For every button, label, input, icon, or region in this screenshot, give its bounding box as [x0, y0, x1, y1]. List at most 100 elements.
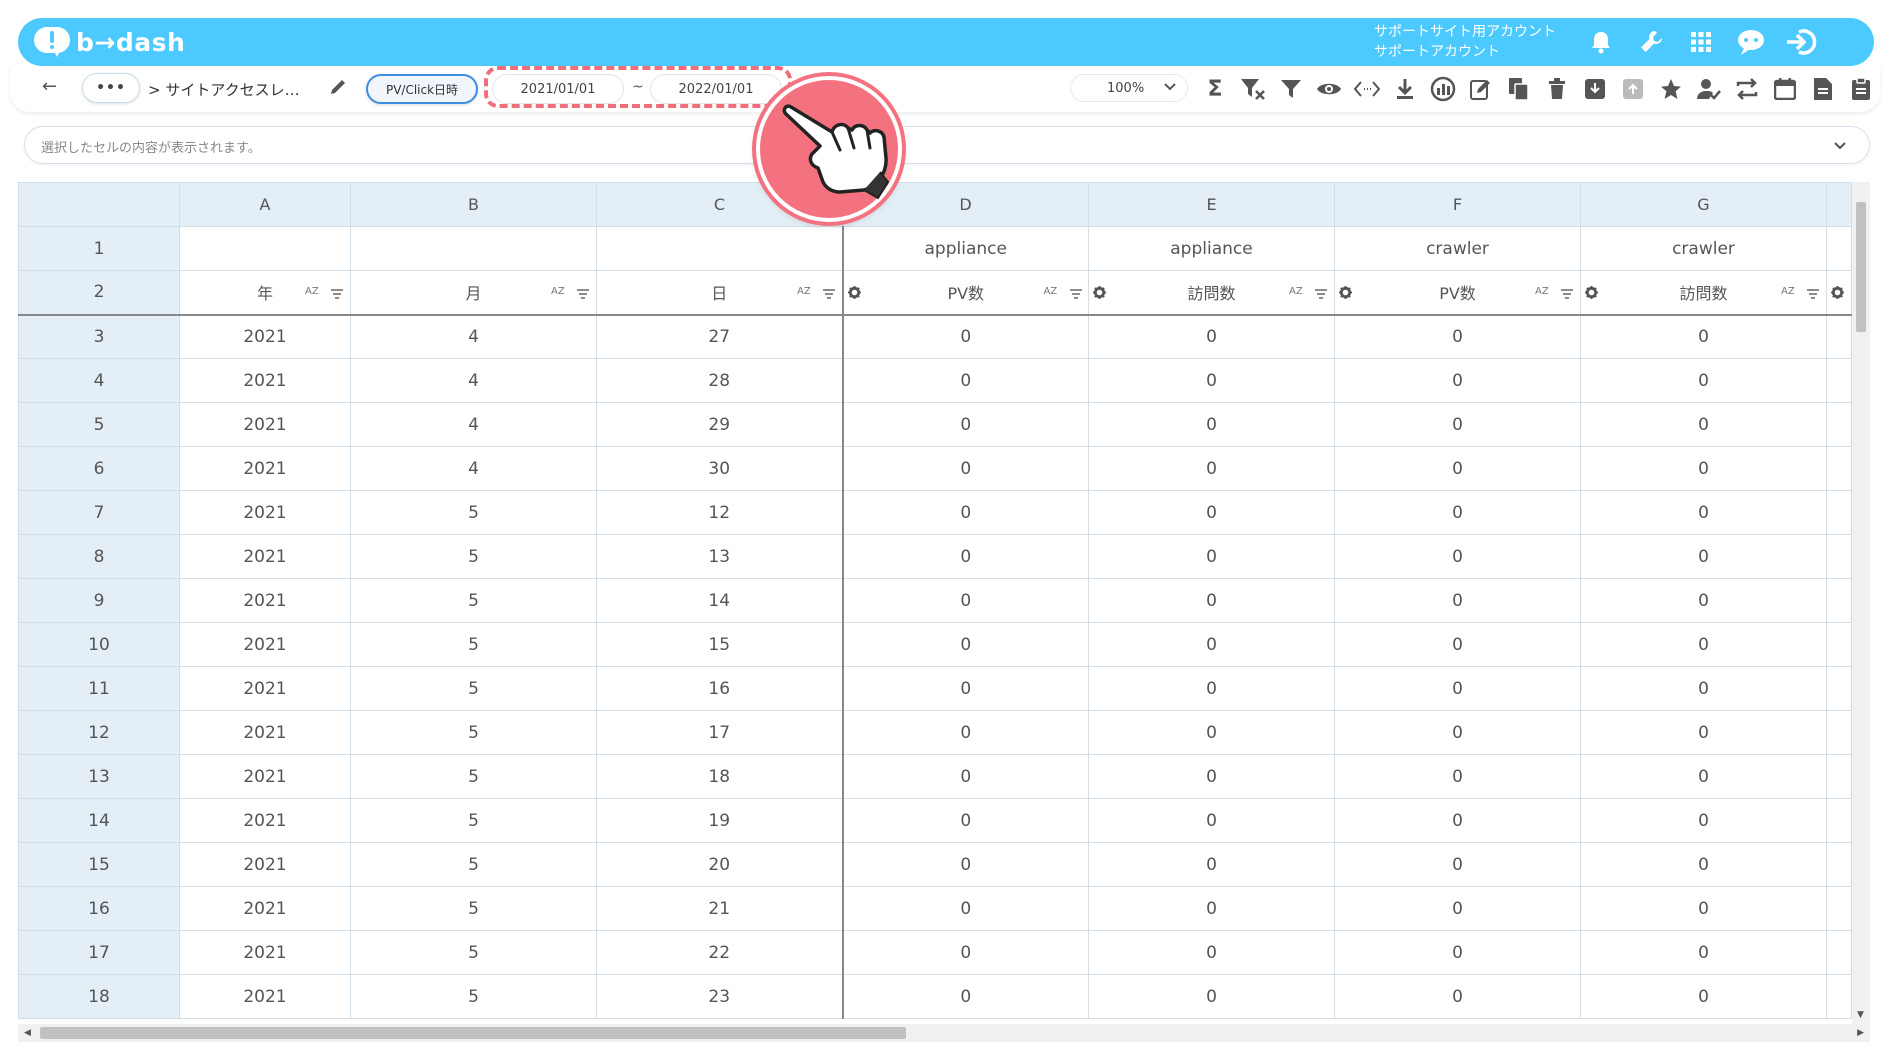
data-cell[interactable]: 0 [1580, 710, 1827, 755]
row-header[interactable]: 10 [18, 622, 180, 667]
star-icon[interactable] [1652, 74, 1690, 104]
data-cell[interactable]: 2021 [179, 622, 351, 667]
calendar-icon[interactable] [1766, 74, 1804, 104]
row-header[interactable]: 17 [18, 930, 180, 975]
data-cell[interactable]: 2021 [179, 314, 351, 359]
data-cell[interactable]: 0 [842, 886, 1089, 931]
group-header-cell[interactable]: appliance [842, 226, 1089, 271]
sort-az-icon[interactable]: AZ [305, 286, 319, 297]
column-settings-gear-icon[interactable] [1585, 284, 1598, 304]
data-cell[interactable]: 4 [350, 446, 597, 491]
column-header-f[interactable]: F [1334, 182, 1581, 227]
data-cell[interactable]: 2021 [179, 578, 351, 623]
row-header[interactable]: 14 [18, 798, 180, 843]
data-cell[interactable]: 2021 [179, 710, 351, 755]
data-cell[interactable]: 0 [1580, 754, 1827, 799]
field-header-cell[interactable]: 訪問数 AZ [1088, 270, 1335, 316]
data-cell[interactable]: 0 [842, 666, 1089, 711]
user-check-icon[interactable] [1690, 74, 1728, 104]
row-header[interactable]: 18 [18, 974, 180, 1019]
chat-bot-icon[interactable] [1726, 25, 1776, 59]
data-cell[interactable]: 4 [350, 402, 597, 447]
data-cell[interactable]: 27 [596, 314, 844, 359]
data-cell[interactable]: 0 [1334, 402, 1581, 447]
filter-icon[interactable] [1272, 74, 1310, 104]
data-cell[interactable]: 5 [350, 798, 597, 843]
data-cell[interactable]: 0 [1334, 798, 1581, 843]
data-cell[interactable]: 0 [1334, 490, 1581, 535]
row-header[interactable]: 5 [18, 402, 180, 447]
bell-icon[interactable] [1576, 25, 1626, 59]
data-cell[interactable]: 0 [1580, 534, 1827, 579]
logout-icon[interactable] [1776, 25, 1826, 59]
data-cell[interactable]: 4 [350, 358, 597, 403]
data-cell[interactable]: 5 [350, 754, 597, 799]
pencil-icon[interactable] [328, 77, 348, 101]
row-header[interactable]: 6 [18, 446, 180, 491]
data-cell[interactable]: 2021 [179, 754, 351, 799]
data-cell[interactable]: 0 [1088, 886, 1335, 931]
data-cell[interactable]: 0 [842, 490, 1089, 535]
column-header-a[interactable]: A [179, 182, 351, 227]
download-icon[interactable] [1386, 74, 1424, 104]
data-cell[interactable]: 0 [1580, 314, 1827, 359]
wrench-icon[interactable] [1626, 25, 1676, 59]
data-cell[interactable]: 2021 [179, 798, 351, 843]
copy-icon[interactable] [1500, 74, 1538, 104]
group-header-cell[interactable]: crawler [1580, 226, 1827, 271]
scroll-left-arrow-icon[interactable]: ◀ [24, 1028, 31, 1038]
data-cell[interactable]: 2021 [179, 886, 351, 931]
field-header-cell[interactable]: PV数 AZ [842, 270, 1089, 316]
breadcrumb[interactable]: > サイトアクセスレ… [148, 79, 300, 100]
data-cell[interactable]: 5 [350, 578, 597, 623]
column-filter-icon[interactable] [1561, 284, 1573, 304]
logo[interactable]: b→dash [34, 25, 185, 59]
data-cell[interactable]: 0 [1580, 974, 1827, 1019]
data-cell[interactable]: 5 [350, 930, 597, 975]
code-icon[interactable] [1348, 74, 1386, 104]
document-icon[interactable] [1804, 74, 1842, 104]
data-cell[interactable]: 5 [350, 666, 597, 711]
row-header[interactable]: 11 [18, 666, 180, 711]
row-header[interactable]: 13 [18, 754, 180, 799]
row-header[interactable]: 8 [18, 534, 180, 579]
data-cell[interactable]: 0 [1334, 886, 1581, 931]
sort-az-icon[interactable]: AZ [1289, 286, 1303, 297]
data-cell[interactable]: 0 [842, 710, 1089, 755]
data-cell[interactable]: 0 [1334, 358, 1581, 403]
vertical-scrollbar[interactable]: ▼ [1852, 182, 1870, 1024]
data-cell[interactable]: 30 [596, 446, 844, 491]
data-cell[interactable]: 0 [1334, 974, 1581, 1019]
data-cell[interactable]: 19 [596, 798, 844, 843]
more-button[interactable]: ••• [82, 73, 140, 103]
field-header-cell[interactable]: 月 AZ [350, 270, 597, 316]
data-cell[interactable]: 0 [842, 930, 1089, 975]
data-cell[interactable]: 2021 [179, 446, 351, 491]
group-header-cell[interactable]: appliance [1088, 226, 1335, 271]
eye-icon[interactable] [1310, 74, 1348, 104]
scroll-down-arrow-icon[interactable]: ▼ [1857, 1010, 1864, 1020]
data-cell[interactable]: 2021 [179, 974, 351, 1019]
column-header-b[interactable]: B [350, 182, 597, 227]
sort-az-icon[interactable]: AZ [1044, 286, 1058, 297]
data-cell[interactable]: 0 [1088, 798, 1335, 843]
column-settings-gear-icon[interactable] [847, 284, 861, 304]
horizontal-scroll-thumb[interactable] [40, 1027, 906, 1039]
column-filter-icon[interactable] [823, 284, 835, 304]
data-cell[interactable]: 5 [350, 534, 597, 579]
row-header[interactable]: 7 [18, 490, 180, 535]
data-cell[interactable]: 0 [1088, 402, 1335, 447]
field-header-cell[interactable]: PV数 AZ [1334, 270, 1581, 316]
data-cell[interactable]: 2021 [179, 534, 351, 579]
data-cell[interactable]: 0 [1334, 754, 1581, 799]
data-cell[interactable]: 15 [596, 622, 844, 667]
data-cell[interactable]: 0 [1088, 930, 1335, 975]
clipboard-icon[interactable] [1842, 74, 1880, 104]
group-header-cell[interactable] [596, 226, 844, 271]
data-cell[interactable]: 0 [1088, 754, 1335, 799]
row-header[interactable]: 1 [18, 226, 180, 271]
data-cell[interactable]: 0 [1334, 446, 1581, 491]
column-filter-icon[interactable] [1315, 284, 1327, 304]
data-cell[interactable]: 28 [596, 358, 844, 403]
column-filter-icon[interactable] [1807, 284, 1819, 304]
